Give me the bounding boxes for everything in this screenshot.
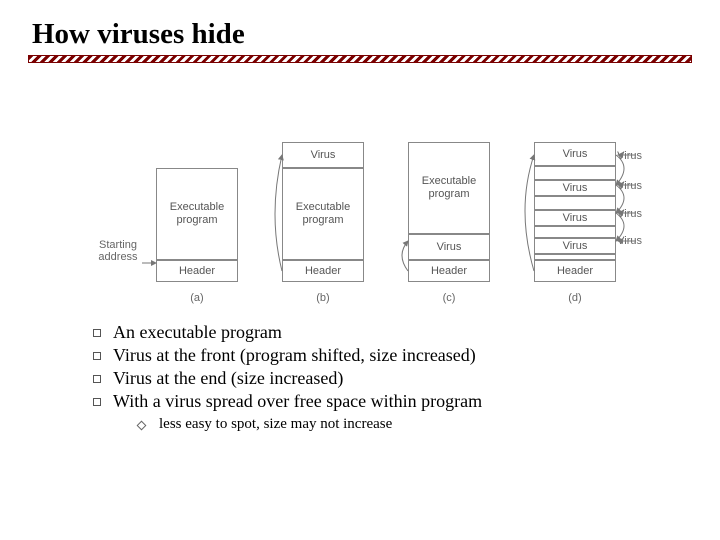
box-virus: Virus: [534, 210, 616, 226]
caption-b: (b): [282, 292, 364, 304]
box-executable: Executableprogram: [156, 168, 238, 260]
box-header: Header: [534, 260, 616, 282]
sub-bullet-text: less easy to spot, size may not increase: [159, 416, 392, 433]
bullet-item: With a virus spread over free space with…: [93, 391, 692, 412]
box-virus: Virus: [534, 180, 616, 196]
bullet-text: Virus at the end (size increased): [113, 368, 343, 389]
square-bullet-icon: [93, 329, 101, 337]
diagram-column-d: Virus Virus Virus Virus Header (d): [534, 142, 616, 282]
side-virus-label: Virus: [617, 208, 642, 221]
box-virus: Virus: [282, 142, 364, 168]
side-virus-label: Virus: [617, 235, 642, 248]
bullet-text: Virus at the front (program shifted, siz…: [113, 345, 476, 366]
diagram-column-c: Executableprogram Virus Header (c): [408, 142, 490, 282]
side-virus-label: Virus: [617, 180, 642, 193]
bullet-item: Virus at the end (size increased): [93, 368, 692, 389]
box-gap: [534, 226, 616, 238]
bullet-item: An executable program: [93, 322, 692, 343]
box-virus: Virus: [534, 142, 616, 166]
side-virus-label: Virus: [617, 150, 642, 163]
diagram-column-a: Executableprogram Header (a): [156, 168, 238, 282]
square-bullet-icon: [93, 398, 101, 406]
square-bullet-icon: [93, 375, 101, 383]
box-header: Header: [408, 260, 490, 282]
box-header: Header: [156, 260, 238, 282]
starting-address-label: Startingaddress: [88, 239, 148, 264]
caption-a: (a): [156, 292, 238, 304]
box-gap: [534, 166, 616, 180]
bullet-text: An executable program: [113, 322, 282, 343]
box-virus: Virus: [408, 234, 490, 260]
diagram-column-b: Virus Executableprogram Header (b): [282, 142, 364, 282]
bullet-text: With a virus spread over free space with…: [113, 391, 482, 412]
sub-bullet-item: less easy to spot, size may not increase: [138, 416, 692, 433]
box-header: Header: [282, 260, 364, 282]
box-gap: [534, 196, 616, 210]
title-rule: [28, 55, 692, 63]
bullet-list: An executable program Virus at the front…: [93, 322, 692, 412]
caption-d: (d): [534, 292, 616, 304]
box-virus: Virus: [534, 238, 616, 254]
caption-c: (c): [408, 292, 490, 304]
box-executable: Executableprogram: [282, 168, 364, 260]
square-bullet-icon: [93, 352, 101, 360]
box-executable: Executableprogram: [408, 142, 490, 234]
slide-title: How viruses hide: [32, 18, 692, 51]
diamond-bullet-icon: [137, 421, 147, 431]
diagram-area: Startingaddress Executableprogram Header…: [80, 85, 640, 310]
bullet-item: Virus at the front (program shifted, siz…: [93, 345, 692, 366]
